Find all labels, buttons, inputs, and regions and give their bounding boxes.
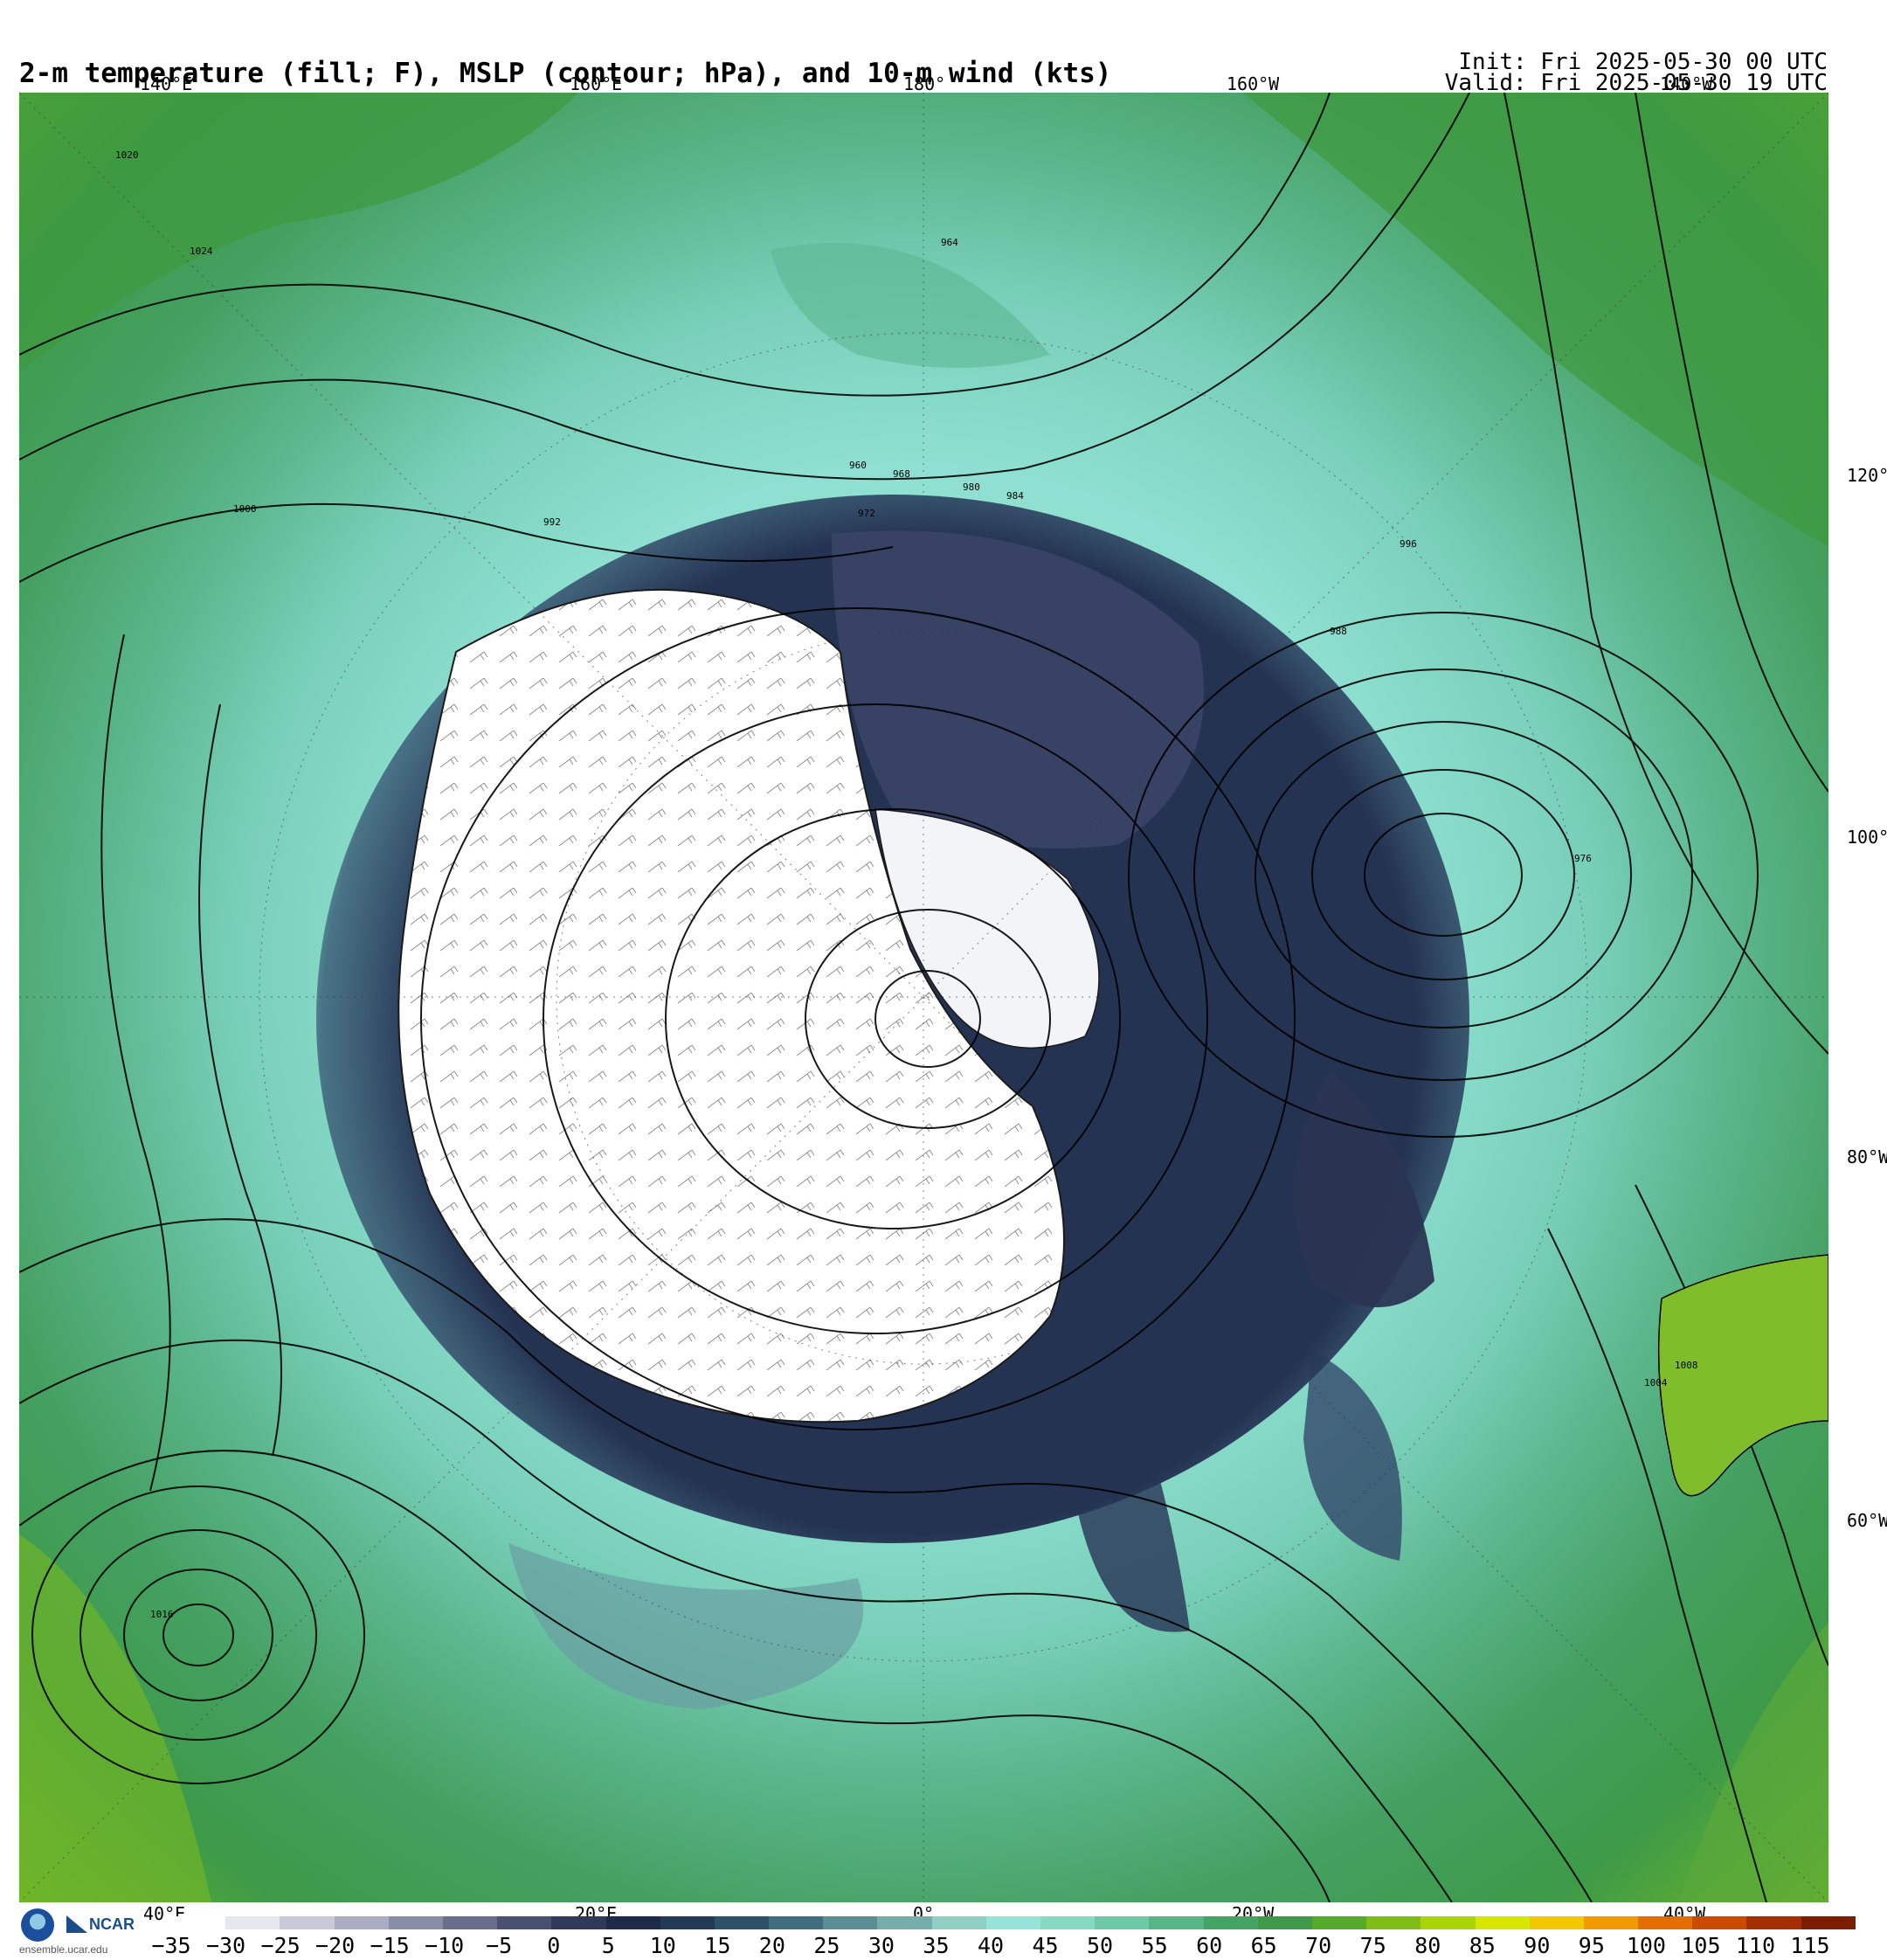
- contour-label-12: 976: [1574, 853, 1592, 864]
- colorbar-segment: [1366, 1916, 1421, 1929]
- colorbar-tick-label: 105: [1681, 1933, 1721, 1958]
- lon-label-right-3: 60°W: [1847, 1510, 1887, 1531]
- colorbar-segment: [1257, 1916, 1312, 1929]
- contour-label-8: 980: [963, 481, 980, 493]
- contour-label-4: 964: [941, 237, 958, 248]
- colorbar-segment: [1095, 1916, 1150, 1929]
- lon-label-right-2: 80°W: [1847, 1146, 1887, 1167]
- colorbar-tick-label: 0: [547, 1933, 561, 1958]
- colorbar-segment: [171, 1916, 226, 1929]
- colorbar-segment: [1149, 1916, 1204, 1929]
- contour-label-7: 972: [858, 508, 875, 519]
- lon-label-top-2: 180°: [903, 73, 946, 94]
- colorbar-tick-label: 20: [758, 1933, 785, 1958]
- contour-label-10: 988: [1330, 626, 1347, 637]
- colorbar-tick-label: 80: [1414, 1933, 1441, 1958]
- colorbar-tick-label: 85: [1469, 1933, 1496, 1958]
- contour-label-2: 1000: [233, 503, 257, 515]
- colorbar-tick-label: 60: [1196, 1933, 1223, 1958]
- colorbar-segment: [442, 1916, 498, 1929]
- colorbar-segment: [280, 1916, 335, 1929]
- colorbar-segment: [605, 1916, 660, 1929]
- colorbar-segment: [660, 1916, 715, 1929]
- colorbar-tick-label: 50: [1087, 1933, 1114, 1958]
- colorbar-tick-label: 40: [977, 1933, 1005, 1958]
- colorbar-tick-label: 30: [867, 1933, 895, 1958]
- lon-label-right-0: 120°: [1847, 465, 1887, 486]
- colorbar-tick-label: −5: [486, 1933, 513, 1958]
- contour-label-5: 960: [849, 460, 867, 471]
- colorbar-tick-label: −20: [315, 1933, 356, 1958]
- colorbar-tick-label: −10: [425, 1933, 465, 1958]
- colorbar-tick-label: 15: [704, 1933, 731, 1958]
- colorbar-tick-labels: −35 −30 −25 −20 −15 −10 −5 0 5 10 15 20 25 30 35 40 45 50…: [0, 1929, 1887, 1960]
- contour-label-13: 1004: [1644, 1377, 1668, 1389]
- colorbar-tick-label: 100: [1626, 1933, 1666, 1958]
- colorbar-segment: [985, 1916, 1040, 1929]
- contour-label-11: 996: [1400, 538, 1417, 550]
- colorbar-tick-label: −35: [151, 1933, 191, 1958]
- colorbar-segment: [714, 1916, 770, 1929]
- lon-label-top-4: 140°W: [1660, 73, 1713, 94]
- colorbar-segment: [1583, 1916, 1639, 1929]
- contour-label-6: 968: [893, 468, 910, 480]
- lon-label-top-0: 140°E: [140, 73, 193, 94]
- colorbar-segment: [225, 1916, 280, 1929]
- colorbar-tick-label: 65: [1250, 1933, 1277, 1958]
- colorbar-segment: [1040, 1916, 1096, 1929]
- colorbar-tick-label: 45: [1032, 1933, 1059, 1958]
- lon-label-top-3: 160°W: [1227, 73, 1280, 94]
- colorbar-segment: [1638, 1916, 1693, 1929]
- colorbar-tick-label: 75: [1359, 1933, 1386, 1958]
- colorbar-tick-label: −30: [205, 1933, 246, 1958]
- lon-label-top-1: 160°E: [570, 73, 623, 94]
- colorbar-segment: [551, 1916, 606, 1929]
- colorbar-segment: [823, 1916, 878, 1929]
- colorbar-tick-label: 70: [1305, 1933, 1332, 1958]
- contour-label-9: 984: [1006, 490, 1024, 502]
- colorbar-segment: [388, 1916, 443, 1929]
- colorbar-segment: [769, 1916, 824, 1929]
- colorbar-tick-label: 55: [1141, 1933, 1168, 1958]
- contour-label-14: 1008: [1675, 1360, 1698, 1371]
- temperature-colorbar: [171, 1916, 1856, 1929]
- contour-label-3: 992: [543, 516, 561, 528]
- colorbar-segment: [1529, 1916, 1584, 1929]
- colorbar-segment: [1475, 1916, 1530, 1929]
- colorbar-tick-label: 35: [923, 1933, 950, 1958]
- colorbar-tick-label: 115: [1790, 1933, 1830, 1958]
- colorbar-tick-label: −15: [370, 1933, 410, 1958]
- colorbar-segment: [1692, 1916, 1747, 1929]
- colorbar-segment: [877, 1916, 932, 1929]
- colorbar-tick-label: −25: [260, 1933, 301, 1958]
- weather-map: 1020 1024 1000 992 964 960 968 972 980 9…: [19, 93, 1828, 1902]
- lon-label-right-1: 100°: [1847, 827, 1887, 848]
- colorbar-tick-label: 110: [1735, 1933, 1776, 1958]
- colorbar-tick-label: 5: [601, 1933, 615, 1958]
- colorbar-segment: [497, 1916, 552, 1929]
- colorbar-segment: [1203, 1916, 1258, 1929]
- colorbar-segment: [334, 1916, 389, 1929]
- colorbar-tick-label: 95: [1578, 1933, 1605, 1958]
- colorbar-segment: [1420, 1916, 1476, 1929]
- contour-label-15: 1016: [150, 1609, 174, 1620]
- map-canvas: 1020 1024 1000 992 964 960 968 972 980 9…: [19, 93, 1828, 1902]
- colorbar-tick-label: 10: [649, 1933, 676, 1958]
- contour-label-1: 1024: [190, 246, 213, 257]
- colorbar-tick-label: 25: [813, 1933, 840, 1958]
- colorbar-segment: [1746, 1916, 1801, 1929]
- colorbar-segment: [1801, 1916, 1856, 1929]
- colorbar-tick-label: 90: [1524, 1933, 1551, 1958]
- colorbar-segment: [931, 1916, 986, 1929]
- colorbar-segment: [1311, 1916, 1367, 1929]
- contour-label-0: 1020: [115, 149, 139, 161]
